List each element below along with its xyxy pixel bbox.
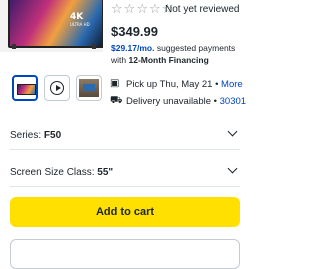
secondary-button[interactable] [10, 239, 240, 269]
delivery-info: Delivery unavailable • 30301 [126, 96, 247, 107]
pickup-more-link[interactable]: More [221, 79, 243, 90]
chevron-down-icon [227, 126, 238, 137]
financing-info: $29.17/mo. suggested payments with 12-Mo… [111, 42, 247, 66]
star-icon: ☆ [123, 2, 136, 17]
series-value: F50 [43, 130, 62, 141]
star-icon: ☆ [111, 2, 123, 17]
chevron-down-icon [227, 163, 238, 174]
series-selector[interactable]: Series: F50 [10, 125, 240, 141]
star-icon: ☆ [148, 2, 161, 17]
series-label: Series: [10, 130, 44, 141]
monthly-payment-link[interactable]: $29.17/mo. [111, 43, 154, 53]
screen-size-value: 55" [97, 167, 114, 178]
screen-size-selector[interactable]: Screen Size Class: 55" [10, 162, 240, 178]
4k-badge: 4K ULTRA HD [70, 12, 90, 27]
tv-screen: 4K ULTRA HD [8, 0, 103, 48]
rating-stars[interactable]: ☆ ☆ ☆ ☆ ☆ [111, 3, 173, 16]
store-icon: ▣ [110, 78, 120, 89]
rating-text: Not yet reviewed [165, 4, 240, 15]
delivery-zip-link[interactable]: 30301 [220, 96, 246, 107]
tv-thumbnail-image [17, 84, 36, 95]
thumbnail-lifestyle-photo[interactable] [76, 75, 102, 101]
add-to-cart-label: Add to cart [95, 206, 155, 218]
add-to-cart-button[interactable]: Add to cart [10, 197, 240, 227]
screen-size-label: Screen Size Class: [10, 167, 98, 178]
thumbnail-product-photo[interactable] [12, 75, 38, 101]
divider [10, 186, 240, 187]
financing-term: 12-Month Financing [128, 55, 209, 65]
room-thumbnail-image [79, 79, 99, 97]
price: $349.99 [111, 24, 158, 39]
thumbnail-video[interactable] [44, 75, 70, 101]
tv-foot-right [92, 44, 96, 49]
product-image[interactable]: 4K ULTRA HD [0, 0, 103, 52]
play-icon [50, 81, 64, 95]
divider [10, 149, 240, 150]
star-icon: ☆ [136, 2, 148, 17]
truck-icon: ⛟ [110, 95, 123, 106]
pickup-info: Pick up Thu, May 21 • More [126, 79, 243, 90]
tv-foot-left [12, 44, 16, 49]
